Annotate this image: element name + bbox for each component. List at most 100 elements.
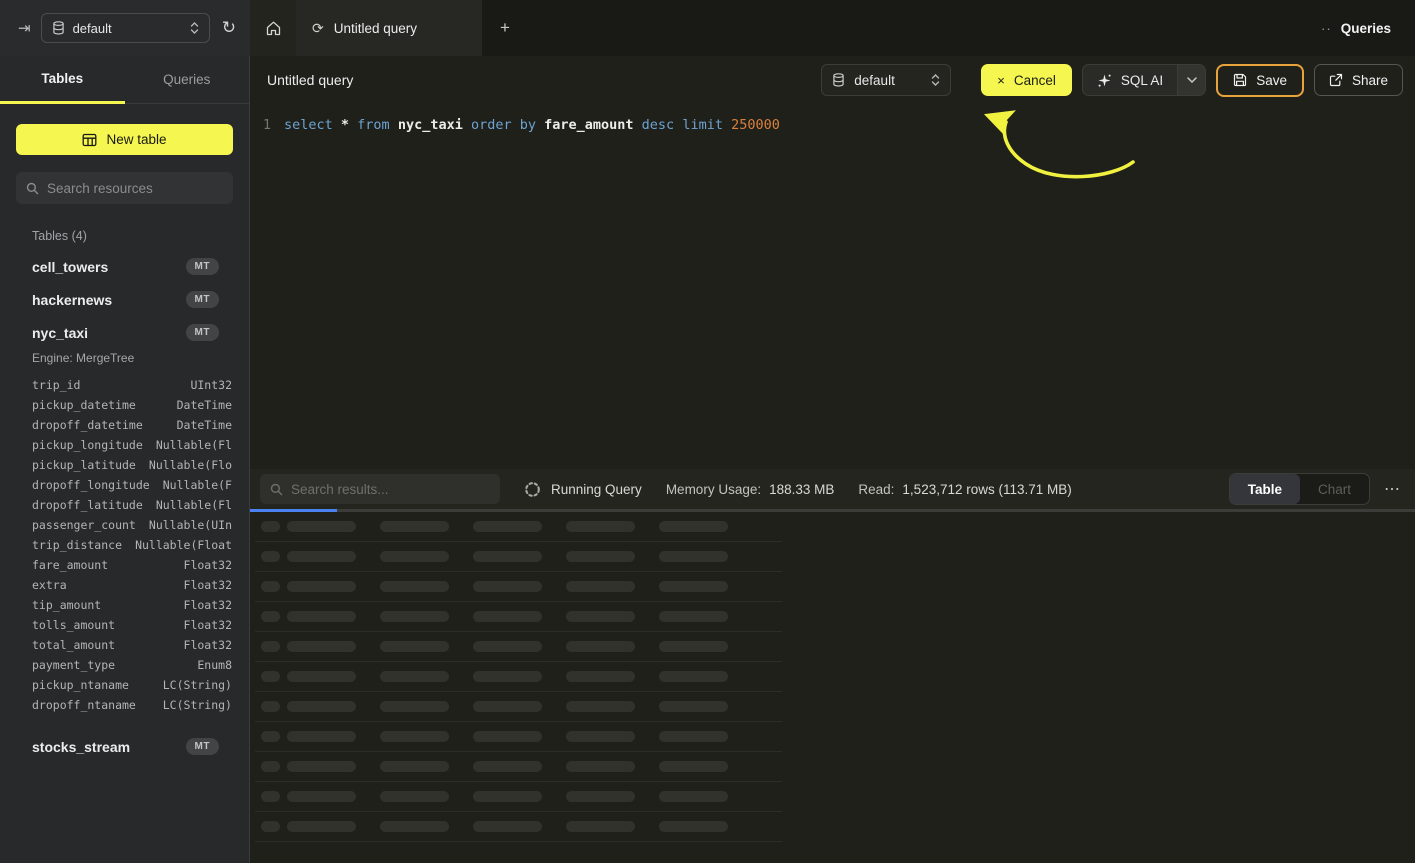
sql-token: order by [471, 117, 544, 133]
column-row[interactable]: trip_distanceNullable(Float [0, 535, 249, 555]
view-toggle: Table Chart [1229, 473, 1370, 505]
skeleton-pill [659, 761, 728, 772]
column-row[interactable]: pickup_longitudeNullable(Fl [0, 435, 249, 455]
new-table-label: New table [106, 132, 166, 147]
sql-code-line[interactable]: 1 select * from nyc_taxi order by fare_a… [250, 115, 1415, 135]
column-name: passenger_count [32, 518, 136, 532]
sql-token: nyc_taxi [398, 117, 471, 133]
column-type: Float32 [108, 558, 232, 572]
column-row[interactable]: dropoff_longitudeNullable(F [0, 475, 249, 495]
database-icon [832, 73, 845, 87]
table-row-stocks-stream[interactable]: stocks_stream MT [0, 730, 249, 763]
table-row-cell-towers[interactable]: cell_towers MT [0, 250, 249, 283]
skeleton-pill [659, 581, 728, 592]
skeleton-pill [566, 671, 635, 682]
skeleton-pill [380, 551, 449, 562]
sql-token: 250000 [731, 117, 780, 133]
skeleton-pill [473, 641, 542, 652]
skeleton-row [255, 752, 782, 782]
table-row-hackernews[interactable]: hackernews MT [0, 283, 249, 316]
skeleton-pill [287, 581, 356, 592]
new-table-button[interactable]: New table [16, 124, 233, 155]
skeleton-pill [473, 551, 542, 562]
tab-untitled-query[interactable]: ⟳ Untitled query [296, 0, 482, 56]
collapse-sidebar-icon[interactable]: ⇥ [18, 19, 31, 37]
results-search-input[interactable]: Search results... [260, 474, 500, 504]
engine-badge: MT [186, 738, 219, 755]
column-row[interactable]: total_amountFloat32 [0, 635, 249, 655]
skeleton-pill [261, 761, 280, 772]
column-row[interactable]: tip_amountFloat32 [0, 595, 249, 615]
skeleton-pill [473, 701, 542, 712]
skeleton-pill [659, 671, 728, 682]
view-toggle-table[interactable]: Table [1230, 474, 1300, 504]
skeleton-pill [659, 521, 728, 532]
query-database-selector[interactable]: default [821, 64, 951, 96]
column-row[interactable]: dropoff_ntanameLC(String) [0, 695, 249, 715]
column-row[interactable]: tolls_amountFloat32 [0, 615, 249, 635]
skeleton-pill [287, 761, 356, 772]
skeleton-pill [473, 791, 542, 802]
skeleton-pill [261, 791, 280, 802]
tab-label: Untitled query [334, 21, 417, 36]
skeleton-row [255, 722, 782, 752]
column-row[interactable]: pickup_datetimeDateTime [0, 395, 249, 415]
column-row[interactable]: extraFloat32 [0, 575, 249, 595]
column-type: LC(String) [129, 678, 232, 692]
sql-editor[interactable]: 1 select * from nyc_taxi order by fare_a… [250, 104, 1415, 469]
skeleton-row [255, 512, 782, 542]
skeleton-row [255, 662, 782, 692]
skeleton-pill [473, 761, 542, 772]
skeleton-row [255, 812, 782, 842]
skeleton-pill [659, 701, 728, 712]
sql-ai-button[interactable]: SQL AI [1082, 64, 1206, 96]
column-row[interactable]: pickup_ntanameLC(String) [0, 675, 249, 695]
column-row[interactable]: dropoff_latitudeNullable(Fl [0, 495, 249, 515]
column-type: Float32 [115, 618, 232, 632]
selector-chevrons-icon [190, 21, 199, 35]
column-type: Enum8 [115, 658, 232, 672]
search-icon [26, 182, 39, 195]
topbar-database-selector[interactable]: default [41, 13, 210, 43]
new-tab-button[interactable]: + [482, 0, 528, 56]
column-row[interactable]: payment_typeEnum8 [0, 655, 249, 675]
column-type: UInt32 [80, 378, 232, 392]
query-toolbar: Untitled query default × Ca [250, 56, 1415, 104]
sql-token: * [341, 117, 357, 133]
view-toggle-chart[interactable]: Chart [1300, 474, 1369, 504]
skeleton-pill [659, 731, 728, 742]
sql-token: from [357, 117, 398, 133]
sidebar-tab-tables[interactable]: Tables [0, 56, 125, 104]
sidebar-search-input[interactable]: Search resources [16, 172, 233, 204]
sidebar-tab-queries[interactable]: Queries [125, 56, 250, 104]
more-options-button[interactable]: ⋯ [1384, 479, 1401, 499]
refresh-icon[interactable]: ↻ [222, 18, 236, 38]
table-row-nyc-taxi[interactable]: nyc_taxi MT [0, 316, 249, 349]
skeleton-pill [261, 701, 280, 712]
share-button[interactable]: Share [1314, 64, 1403, 96]
results-area [250, 509, 1415, 863]
home-button[interactable] [250, 0, 296, 56]
skeleton-pill [659, 551, 728, 562]
column-name: pickup_longitude [32, 438, 143, 452]
sql-token: select [284, 117, 341, 133]
column-row[interactable]: pickup_latitudeNullable(Flo [0, 455, 249, 475]
topbar-database-value: default [73, 21, 112, 36]
column-type: Nullable(F [150, 478, 232, 492]
skeleton-pill [566, 731, 635, 742]
skeleton-pill [380, 521, 449, 532]
engine-badge: MT [186, 258, 219, 275]
sql-ai-main[interactable]: SQL AI [1083, 65, 1177, 95]
queries-button[interactable]: ·· Queries [1309, 0, 1415, 56]
column-type: DateTime [136, 398, 232, 412]
search-icon [270, 483, 283, 496]
column-row[interactable]: passenger_countNullable(UIn [0, 515, 249, 535]
column-row[interactable]: fare_amountFloat32 [0, 555, 249, 575]
share-icon [1329, 73, 1343, 87]
save-button[interactable]: Save [1216, 64, 1304, 97]
column-row[interactable]: dropoff_datetimeDateTime [0, 415, 249, 435]
sql-ai-dropdown-button[interactable] [1177, 65, 1205, 95]
column-row[interactable]: trip_idUInt32 [0, 375, 249, 395]
sidebar-search-placeholder: Search resources [47, 181, 153, 196]
cancel-button[interactable]: × Cancel [981, 64, 1072, 96]
